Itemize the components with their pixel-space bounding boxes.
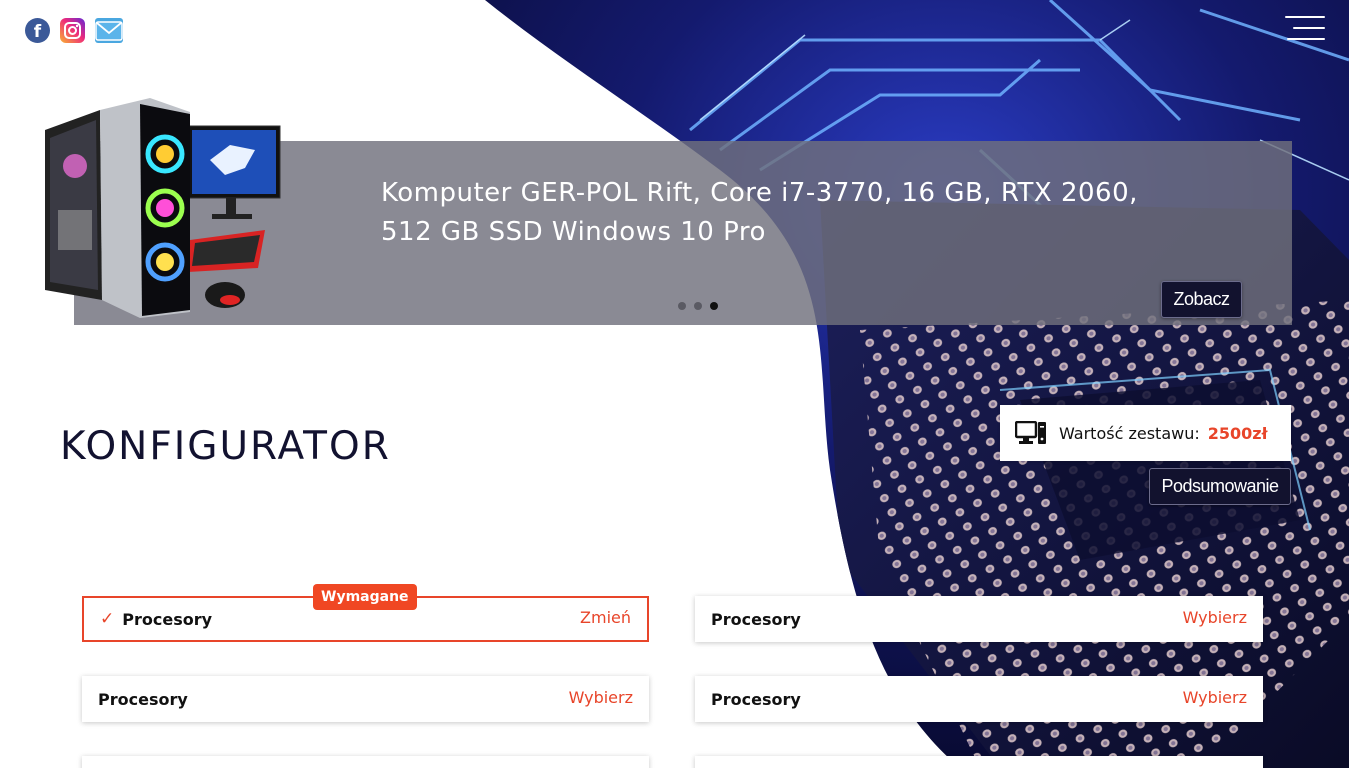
set-value-label: Wartość zestawu:: [1059, 423, 1200, 443]
hamburger-menu-icon[interactable]: [1283, 14, 1325, 42]
choose-link[interactable]: Wybierz: [1183, 608, 1247, 627]
computer-icon: [1015, 421, 1046, 444]
facebook-icon[interactable]: f: [25, 18, 50, 43]
required-badge: Wymagane: [313, 584, 417, 610]
component-label: Procesory: [98, 689, 188, 709]
component-label: Procesory: [711, 689, 801, 709]
checkmark-icon: ✓: [100, 609, 115, 629]
product-image: [45, 98, 281, 318]
choose-link[interactable]: Wybierz: [1183, 688, 1247, 707]
component-card[interactable]: [695, 756, 1263, 768]
mail-icon[interactable]: [95, 18, 123, 43]
page-title: KONFIGURATOR: [60, 424, 391, 469]
social-links: f: [25, 18, 123, 43]
component-label: Procesory: [711, 609, 801, 629]
component-card[interactable]: Procesory Wybierz: [82, 676, 649, 722]
summary-button[interactable]: Podsumowanie: [1149, 468, 1291, 505]
slider-dot-2[interactable]: [694, 302, 702, 310]
instagram-icon[interactable]: [60, 18, 85, 43]
slider-dot-3[interactable]: [710, 302, 718, 310]
component-card[interactable]: Procesory Wybierz: [695, 676, 1263, 722]
change-link[interactable]: Zmień: [580, 608, 631, 627]
slider-dots: [678, 302, 718, 310]
slide-title: Komputer GER-POL Rift, Core i7-3770, 16 …: [381, 178, 1138, 247]
component-label: Procesory: [122, 609, 213, 629]
set-value-amount: 2500zł: [1207, 423, 1268, 443]
set-value-box: Wartość zestawu: 2500zł: [1000, 405, 1291, 461]
zobacz-button[interactable]: Zobacz: [1161, 281, 1242, 318]
component-card[interactable]: Procesory Wybierz: [695, 596, 1263, 642]
slider-dot-1[interactable]: [678, 302, 686, 310]
choose-link[interactable]: Wybierz: [569, 688, 633, 707]
component-card[interactable]: [82, 756, 649, 768]
